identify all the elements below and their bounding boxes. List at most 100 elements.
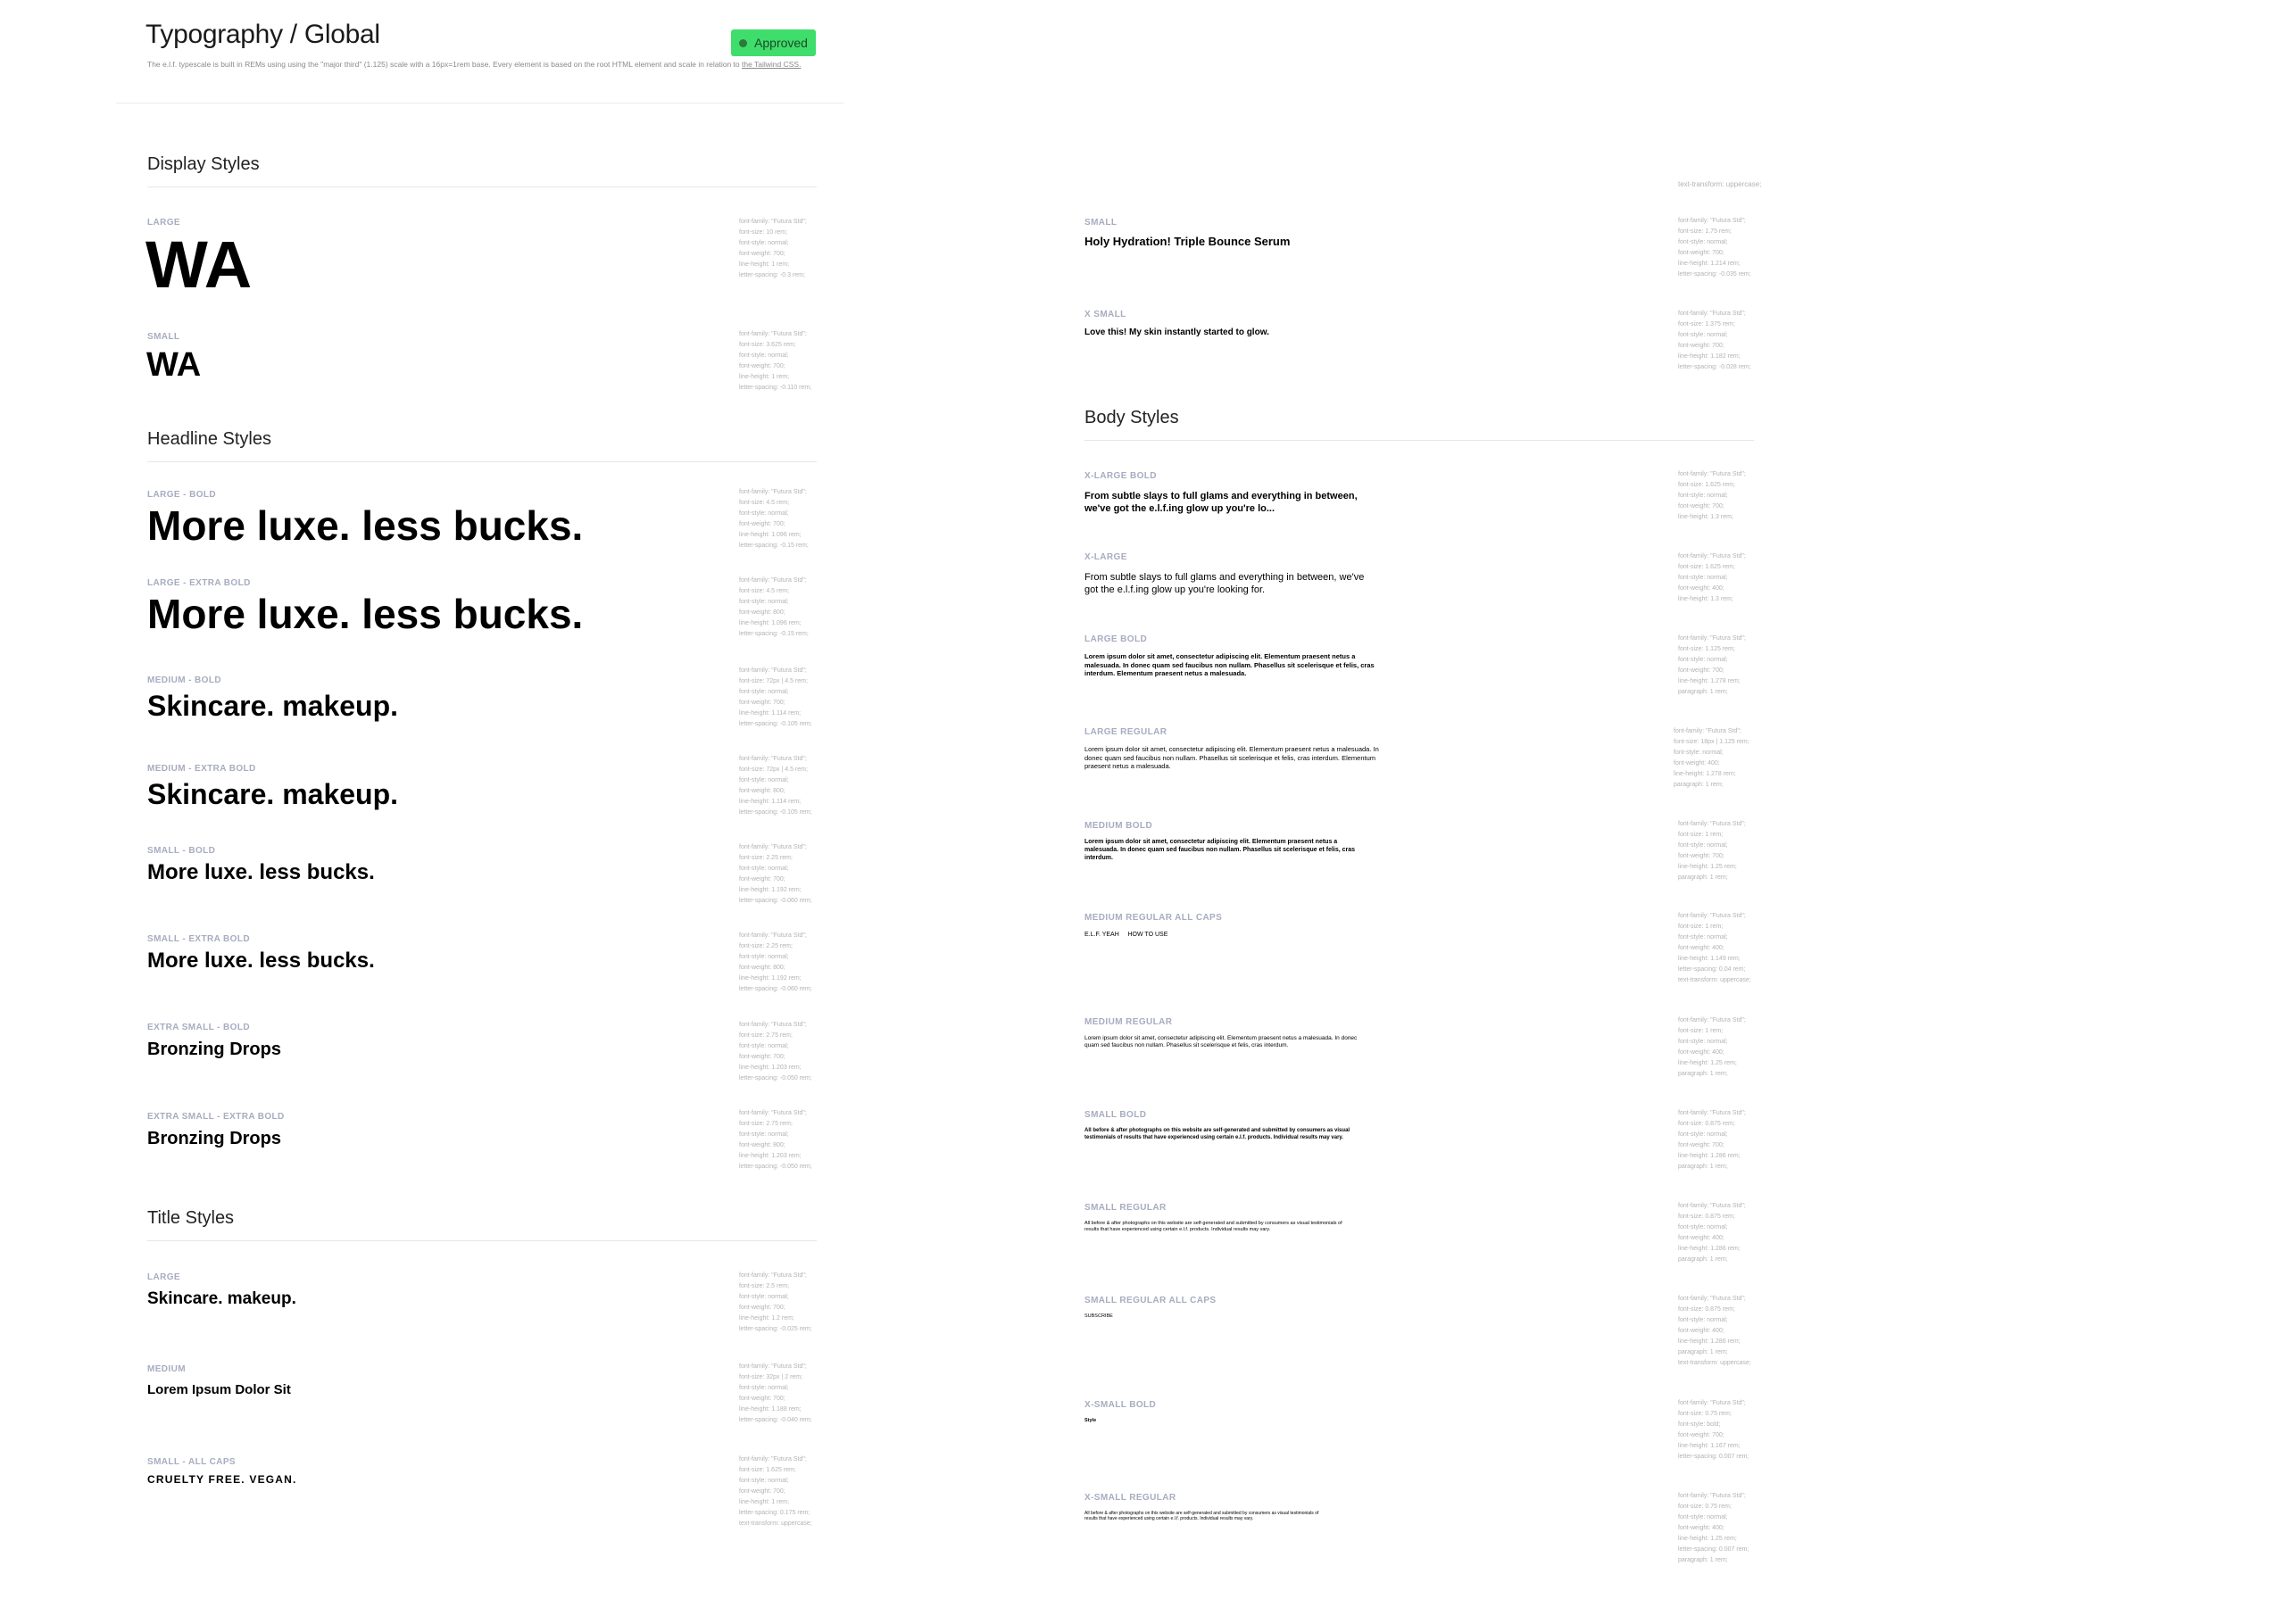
style-label: SMALL - BOLD [147,846,216,856]
style-sample: Lorem ipsum dolor sit amet, consectetur … [1084,652,1375,678]
badge-label: Approved [754,36,808,50]
style-label: MEDIUM BOLD [1084,821,1153,831]
spec-line: font-weight: 700; [1678,667,1724,674]
spec-line: font-family: "Futura Std"; [1678,1296,1746,1302]
tailwind-link[interactable]: the Tailwind CSS. [742,60,801,69]
spec-line: text-transform: uppercase; [739,1520,812,1527]
spec-line: line-height: 1.214 rem; [1678,261,1741,267]
spec-line: font-size: 1.125 rem; [1678,646,1735,652]
style-label: LARGE [147,1272,180,1282]
intro-text: The e.l.f. typescale is built in REMs us… [147,60,801,69]
style-specs: font-family: "Futura Std"; font-size: 4.5… [739,576,809,640]
style-sample: From subtle slays to full glams and ever… [1084,491,1358,515]
section-title-title: Title Styles [147,1208,235,1228]
style-label: SMALL BOLD [1084,1110,1147,1120]
style-sample: More luxe. less bucks. [147,502,584,549]
spec-line: text-transform: uppercase; [1678,1360,1751,1366]
spec-line: font-size: 1.625 rem; [739,1467,796,1473]
spec-line: paragraph: 1 rem; [1678,1164,1728,1170]
spec-line: font-weight: 700; [739,700,785,706]
spec-line: font-weight: 700; [1678,250,1724,256]
spec-line: font-family: "Futura Std"; [739,844,807,850]
spec-line: font-weight: 700; [739,363,785,369]
spec-line: font-size: 1 rem; [1678,924,1724,930]
spec-line: font-style: normal; [739,954,789,960]
spec-line: paragraph: 1 rem; [1678,689,1728,695]
spec-line: font-size: 1 rem; [1678,832,1724,838]
spec-line: font-style: normal; [739,599,789,605]
spec-line: font-weight: 400; [1678,1235,1724,1241]
style-sample: Lorem ipsum dolor sit amet, consectetur … [1084,839,1356,861]
spec-line: line-height: 1.25 rem; [1678,864,1737,870]
style-sample: From subtle slays to full glams and ever… [1084,572,1365,596]
spec-line: font-weight: 700; [1678,343,1724,349]
spec-line: line-height: 1.167 rem; [1678,1443,1741,1449]
style-specs: font-family: "Futura Std"; font-size: 0.7… [1678,1398,1749,1462]
spec-line: line-height: 1.096 rem; [739,532,802,538]
spec-line: font-weight: 800; [739,1142,785,1148]
spec-line: font-size: 0.875 rem; [1678,1214,1735,1220]
approved-badge: Approved [731,29,816,56]
spec-line: font-weight: 700; [739,1054,785,1060]
spec-line: font-family: "Futura Std"; [1678,1400,1746,1406]
style-sample: E.L.F. YEAH HOW TO USE [1084,932,1168,938]
spec-line: font-style: normal; [1678,1514,1728,1520]
style-sample: More luxe. less bucks. [147,591,584,637]
spec-line: letter-spacing: -0.035 rem; [1678,271,1751,278]
spec-line: font-style: normal; [1674,750,1724,756]
spec-line: font-family: "Futura Std"; [1678,1493,1746,1499]
spec-line: paragraph: 1 rem; [1678,1071,1728,1077]
section-rule [147,1240,817,1241]
spec-line: line-height: 1.3 rem; [1678,514,1733,520]
style-sample: More luxe. less bucks. [147,860,375,884]
spec-line: font-style: normal; [739,1131,789,1138]
style-specs: font-family: "Futura Std"; font-size: 1 r… [1678,819,1746,883]
spec-line: line-height: 1.114 rem; [739,799,802,805]
style-label: SMALL REGULAR ALL CAPS [1084,1296,1217,1305]
spec-line: font-weight: 800; [739,965,785,971]
spec-line: font-weight: 700; [1678,853,1724,859]
style-sample: Skincare. makeup. [147,1289,296,1308]
spec-line: line-height: 1.114 rem; [739,710,802,717]
spec-line: font-style: normal; [1678,575,1728,581]
spec-line: font-family: "Futura Std"; [739,1363,807,1370]
spec-line: font-family: "Futura Std"; [1678,218,1746,224]
spec-line: font-style: normal; [739,1294,789,1300]
spec-line: font-weight: 800; [739,609,785,616]
spec-line: font-size: 1.625 rem; [1678,564,1735,570]
spec-line: letter-spacing: -0.060 rem; [739,898,812,904]
spec-line: font-size: 72px | 4.5 rem; [739,766,808,773]
style-label: EXTRA SMALL - EXTRA BOLD [147,1112,285,1122]
style-label: SMALL [147,332,180,342]
style-specs: font-family: "Futura Std"; font-size: 2.5… [739,1271,812,1335]
style-sample: Bronzing Drops [147,1129,281,1148]
style-specs: font-family: "Futura Std"; font-size: 1.6… [1678,551,1746,605]
style-label: SMALL REGULAR [1084,1203,1167,1213]
style-specs: font-family: "Futura Std"; font-size: 4.5… [739,487,809,551]
style-sample: All before & after photographs on this w… [1084,1128,1350,1140]
spec-line: font-style: normal; [739,689,789,695]
spec-line: font-style: bold; [1678,1421,1721,1428]
style-specs: font-family: "Futura Std"; font-size: 2.2… [739,931,812,995]
intro-body: The e.l.f. typescale is built in REMs us… [147,60,740,69]
spec-line: font-family: "Futura Std"; [739,331,807,337]
spec-line: line-height: 1.203 rem; [739,1065,802,1071]
style-specs: font-family: "Futura Std"; font-size: 72p… [739,754,812,818]
spec-line: font-weight: 400; [1678,945,1724,951]
spec-line: font-family: "Futura Std"; [1678,913,1746,919]
style-label: LARGE REGULAR [1084,727,1167,737]
style-label: LARGE - EXTRA BOLD [147,578,251,588]
spec-line: font-weight: 700; [1678,1432,1724,1438]
style-label: MEDIUM - EXTRA BOLD [147,764,256,774]
section-title-headline: Headline Styles [147,429,271,449]
spec-line: text-transform: uppercase; [1678,977,1751,983]
style-specs: font-family: "Futura Std"; font-size: 10 … [739,217,807,281]
spec-line: letter-spacing: -0.3 rem; [739,272,805,278]
style-label: SMALL - EXTRA BOLD [147,934,250,944]
spec-line: letter-spacing: -0.105 rem; [739,721,812,727]
spec-line: letter-spacing: -0.15 rem; [739,631,809,637]
style-label: LARGE - BOLD [147,490,217,500]
style-specs: font-family: "Futura Std"; font-size: 0.8… [1678,1294,1751,1369]
spec-line: font-style: normal; [1678,934,1728,940]
spec-line: font-family: "Futura Std"; [1678,553,1746,559]
